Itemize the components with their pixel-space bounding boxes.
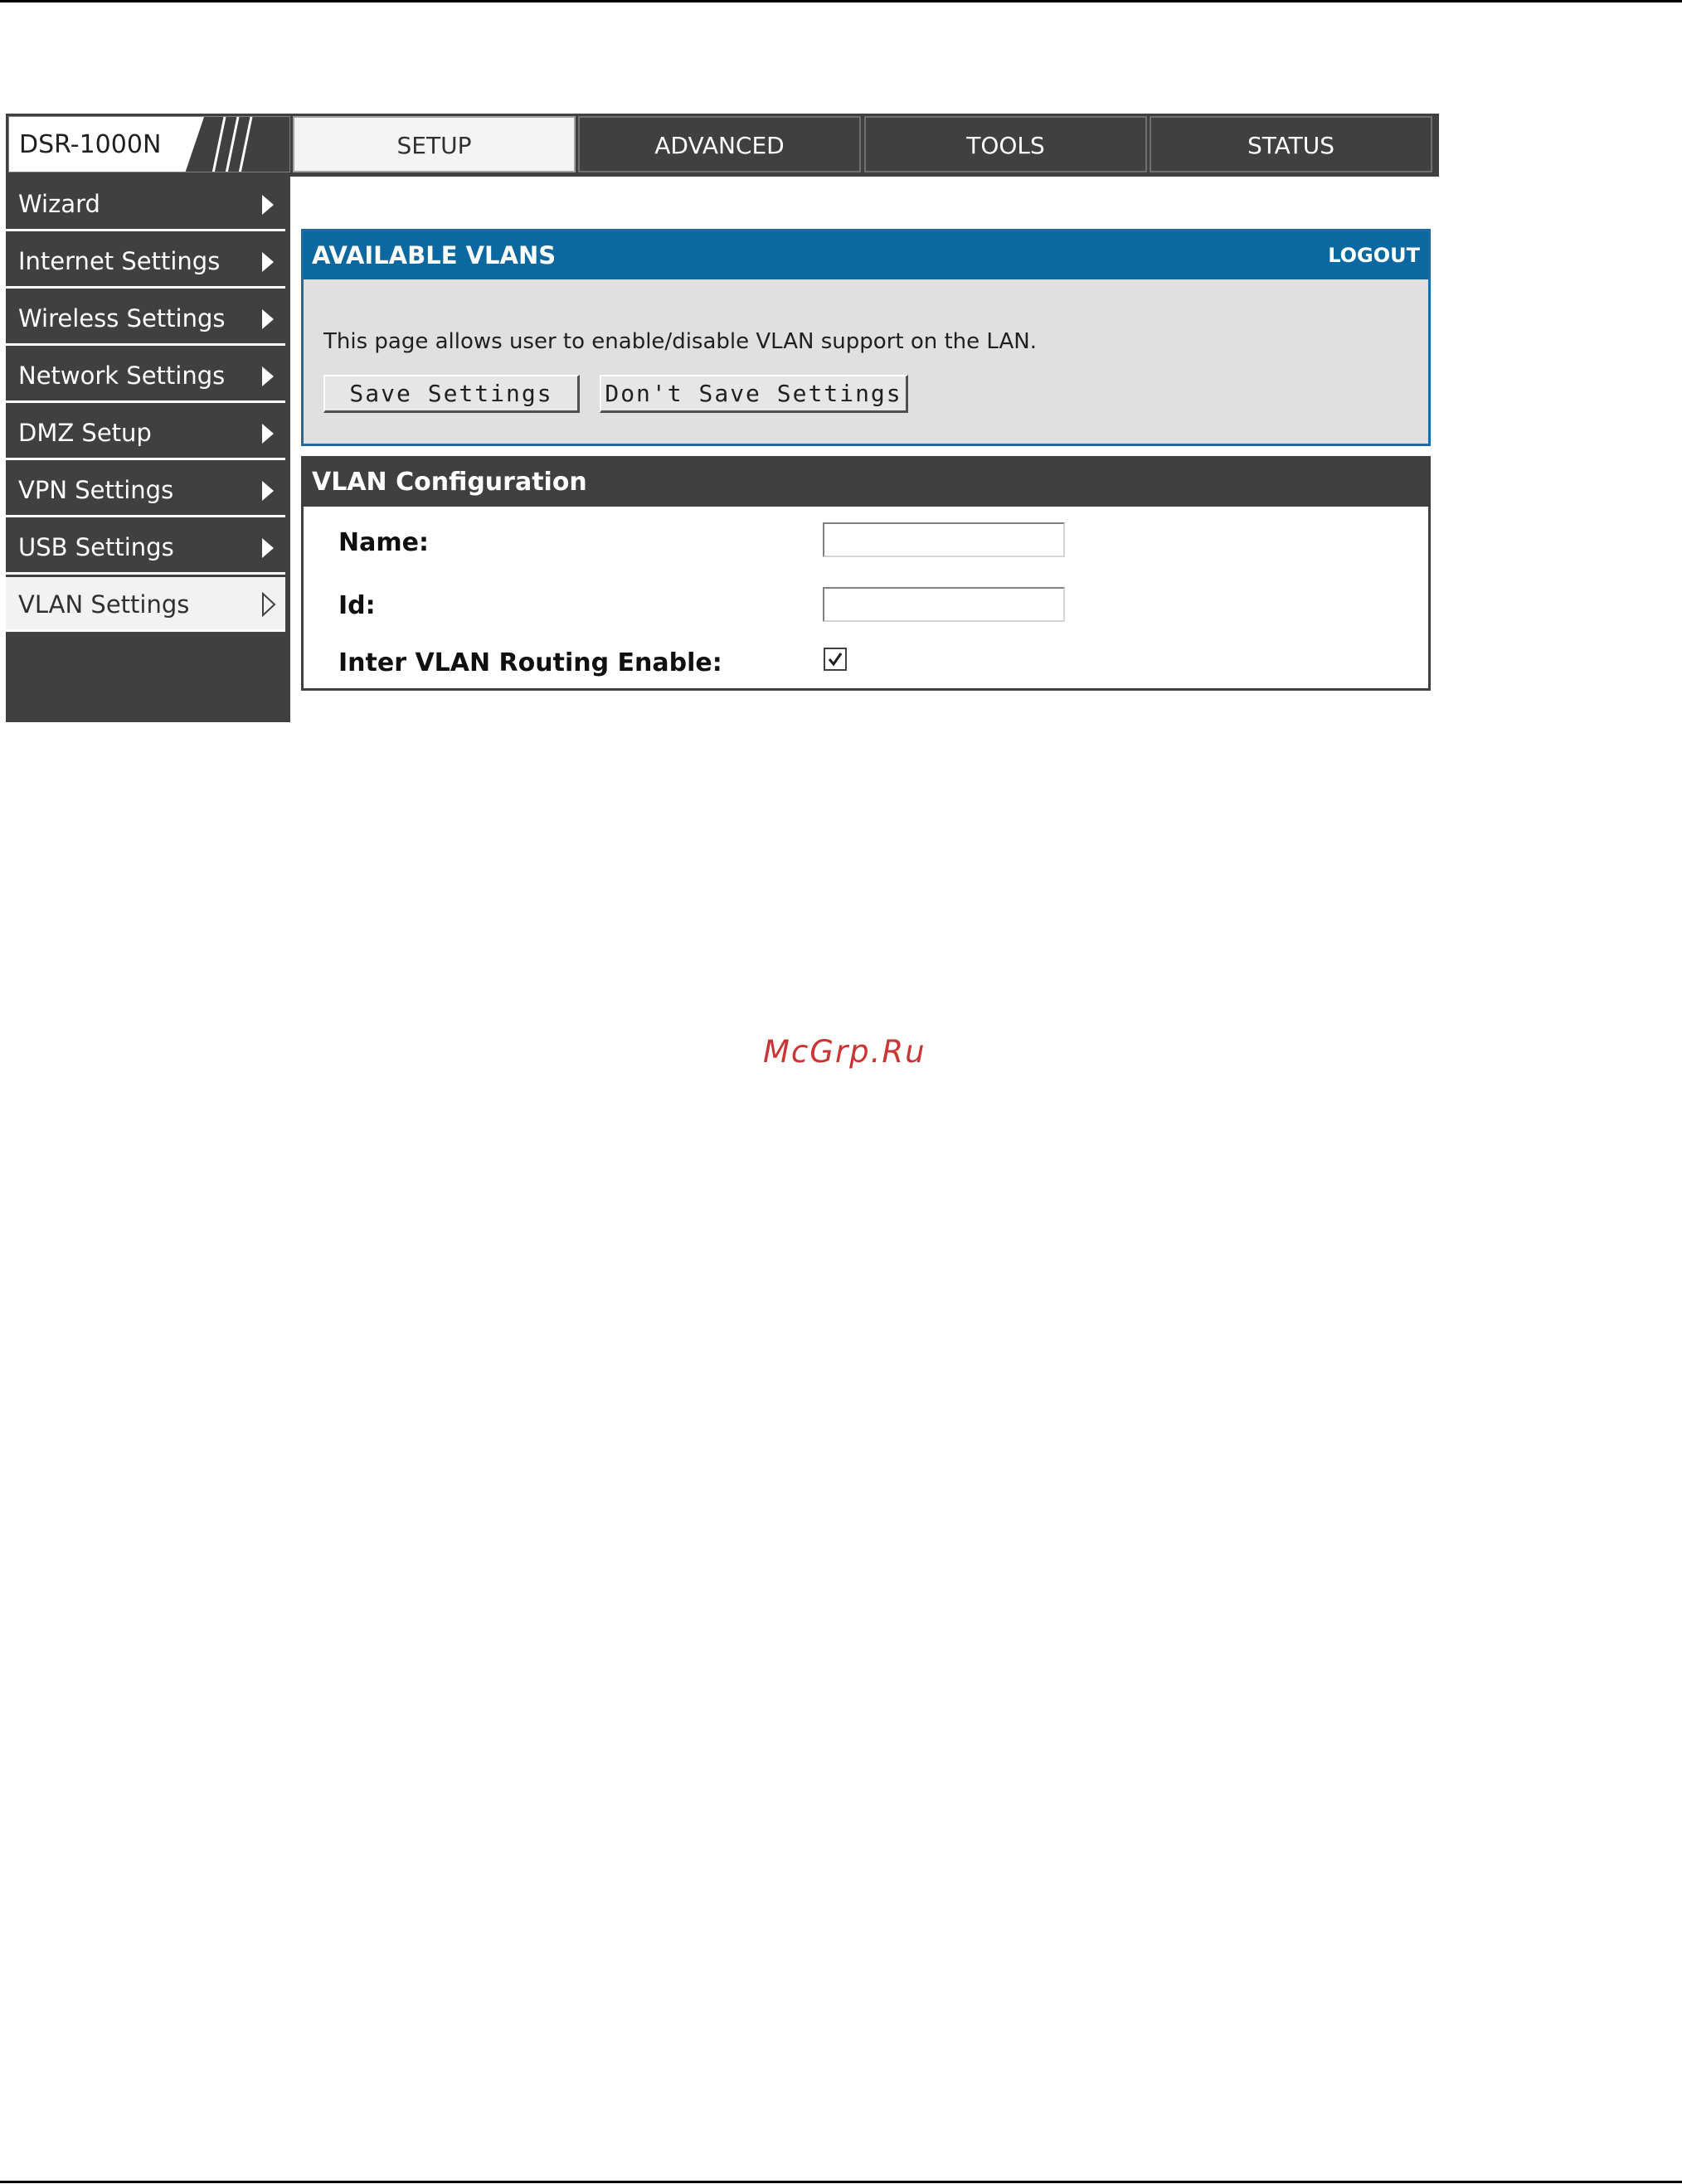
save-settings-button[interactable]: Save Settings bbox=[323, 375, 580, 413]
sidebar-item-usb-settings[interactable]: USB Settings bbox=[6, 520, 285, 575]
id-field[interactable] bbox=[823, 587, 1065, 622]
model-logo: DSR-1000N bbox=[8, 116, 290, 172]
sidebar-item-label: DMZ Setup bbox=[18, 419, 152, 447]
chevron-right-icon bbox=[262, 538, 274, 558]
sidebar-item-dmz-setup[interactable]: DMZ Setup bbox=[6, 405, 285, 460]
dont-save-settings-button[interactable]: Don't Save Settings bbox=[600, 375, 908, 413]
chevron-right-icon bbox=[262, 424, 274, 444]
sidebar-item-vlan-settings[interactable]: VLAN Settings bbox=[6, 577, 285, 632]
name-field[interactable] bbox=[823, 522, 1065, 557]
top-header: DSR-1000N SETUP ADVANCED TOOLS STATUS bbox=[6, 114, 1439, 177]
vlan-configuration-panel: VLAN Configuration Name: Id: Inter VLAN … bbox=[301, 456, 1431, 691]
checkmark-icon bbox=[828, 653, 843, 667]
page-top-rule bbox=[0, 0, 1682, 2]
panel-header: VLAN Configuration bbox=[304, 459, 1428, 507]
id-label: Id: bbox=[338, 591, 376, 620]
chevron-right-icon bbox=[262, 309, 274, 329]
logout-link[interactable]: LOGOUT bbox=[1328, 231, 1420, 279]
tab-advanced[interactable]: ADVANCED bbox=[578, 116, 861, 172]
sidebar-item-label: Network Settings bbox=[18, 362, 226, 390]
available-vlans-panel: AVAILABLE VLANS LOGOUT This page allows … bbox=[301, 229, 1431, 446]
sidebar-item-wireless-settings[interactable]: Wireless Settings bbox=[6, 291, 285, 346]
sidebar-item-vpn-settings[interactable]: VPN Settings bbox=[6, 463, 285, 517]
name-label: Name: bbox=[338, 528, 429, 557]
sidebar-item-label: Wizard bbox=[18, 190, 100, 218]
sidebar-item-wizard[interactable]: Wizard bbox=[6, 177, 285, 231]
sidebar-item-internet-settings[interactable]: Internet Settings bbox=[6, 234, 285, 289]
tab-status[interactable]: STATUS bbox=[1150, 116, 1432, 172]
panel-title: VLAN Configuration bbox=[312, 468, 587, 497]
sidebar-item-label: VLAN Settings bbox=[18, 590, 190, 619]
chevron-right-icon bbox=[262, 366, 274, 386]
inter-vlan-routing-checkbox[interactable] bbox=[824, 648, 847, 671]
sidebar-item-label: Wireless Settings bbox=[18, 304, 226, 332]
inter-vlan-routing-label: Inter VLAN Routing Enable: bbox=[338, 648, 722, 677]
model-name: DSR-1000N bbox=[19, 130, 162, 159]
sidebar: Wizard Internet Settings Wireless Settin… bbox=[6, 177, 290, 722]
panel-header: AVAILABLE VLANS LOGOUT bbox=[304, 231, 1428, 279]
sidebar-item-label: VPN Settings bbox=[18, 476, 174, 504]
chevron-right-icon bbox=[262, 481, 274, 501]
stripes-decoration bbox=[185, 117, 289, 172]
tab-setup[interactable]: SETUP bbox=[293, 116, 576, 172]
page-bottom-rule bbox=[0, 2181, 1682, 2183]
sidebar-item-label: Internet Settings bbox=[18, 247, 221, 275]
panel-title: AVAILABLE VLANS bbox=[312, 241, 557, 269]
sidebar-item-label: USB Settings bbox=[18, 533, 174, 561]
watermark-text: McGrp.Ru bbox=[763, 1034, 926, 1070]
page-description: This page allows user to enable/disable … bbox=[323, 329, 1038, 354]
tab-tools[interactable]: TOOLS bbox=[864, 116, 1147, 172]
chevron-right-icon bbox=[262, 195, 274, 215]
chevron-right-outline-icon bbox=[262, 592, 276, 617]
sidebar-item-network-settings[interactable]: Network Settings bbox=[6, 348, 285, 403]
chevron-right-icon bbox=[262, 252, 274, 272]
